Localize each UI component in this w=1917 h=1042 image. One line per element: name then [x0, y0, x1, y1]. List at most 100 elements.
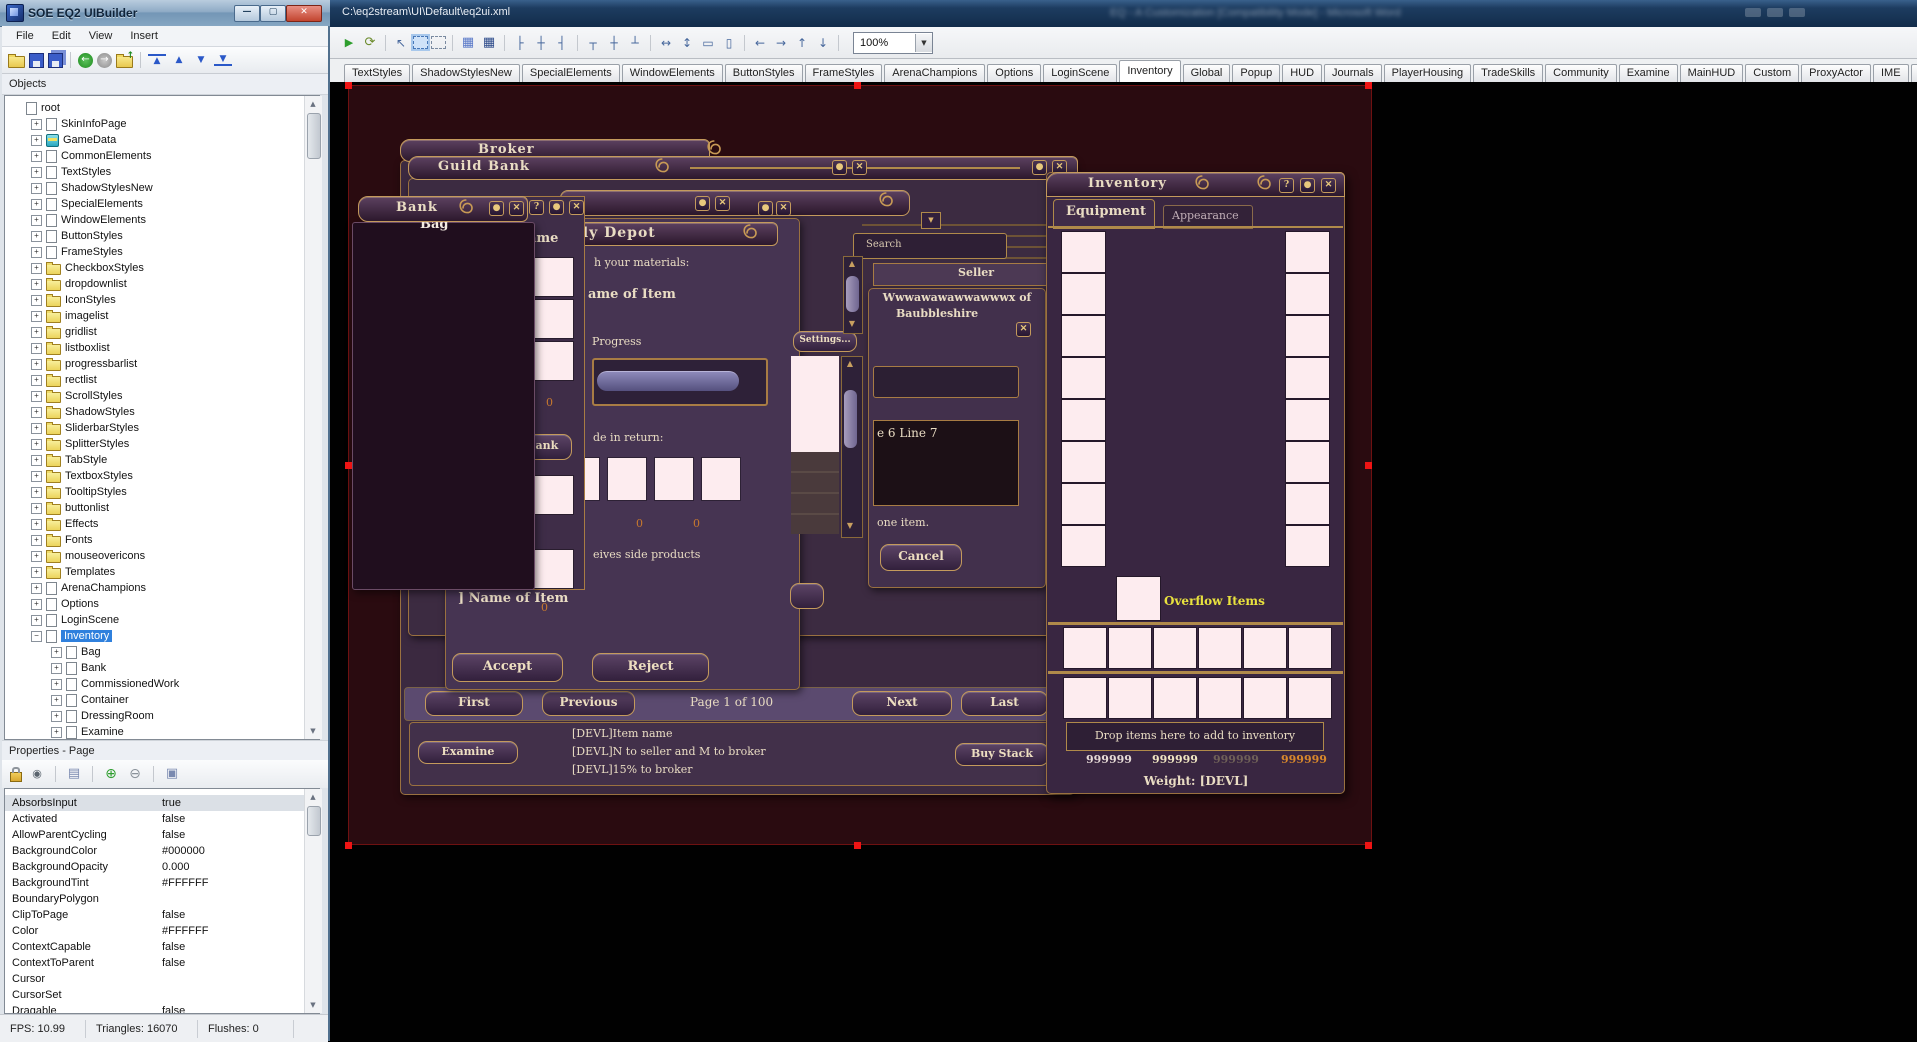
dot-button[interactable]: ●: [1032, 160, 1047, 175]
nudge-up-icon[interactable]: ↑: [793, 35, 811, 51]
tab-community[interactable]: Community: [1545, 64, 1617, 82]
maximize-button[interactable]: ▢: [260, 5, 286, 22]
item-slot[interactable]: [533, 476, 573, 514]
cancel-button[interactable]: Cancel: [880, 544, 962, 571]
menu-insert[interactable]: Insert: [122, 28, 166, 44]
examine-button[interactable]: Examine: [418, 741, 518, 764]
tab-proxyactor[interactable]: ProxyActor: [1801, 64, 1871, 82]
expand-icon[interactable]: +: [31, 135, 42, 146]
align-bottom-icon[interactable]: ┴: [626, 35, 644, 51]
tab-hud[interactable]: HUD: [1282, 64, 1322, 82]
tree-item-commissionedwork[interactable]: +CommissionedWork: [5, 676, 319, 692]
item-slot[interactable]: [1154, 678, 1196, 718]
tab-shadowstylesnew[interactable]: ShadowStylesNew: [412, 64, 520, 82]
scroll-up-icon[interactable]: ▲: [306, 790, 320, 804]
property-row[interactable]: BackgroundTint#FFFFFF: [5, 875, 319, 891]
item-slot[interactable]: [1286, 484, 1329, 524]
expand-icon[interactable]: +: [31, 423, 42, 434]
item-slot[interactable]: [1062, 400, 1105, 440]
tab-mainhud[interactable]: MainHUD: [1680, 64, 1744, 82]
item-slot[interactable]: [608, 458, 646, 500]
close-icon[interactable]: ✕: [509, 201, 524, 216]
item-slot[interactable]: [1286, 442, 1329, 482]
expand-icon[interactable]: +: [31, 455, 42, 466]
expand-icon[interactable]: +: [31, 599, 42, 610]
expand-icon[interactable]: +: [51, 663, 62, 674]
close-icon[interactable]: ✕: [776, 201, 791, 216]
item-slot[interactable]: [1154, 628, 1196, 668]
expand-icon[interactable]: +: [31, 119, 42, 130]
expand-icon[interactable]: +: [31, 263, 42, 274]
item-slot[interactable]: [1286, 358, 1329, 398]
align-top-icon[interactable]: ┬: [584, 35, 602, 51]
tree-item-examine[interactable]: +Examine: [5, 724, 319, 740]
dot-button[interactable]: ●: [1300, 178, 1315, 193]
align-middle-icon[interactable]: ┼: [605, 35, 623, 51]
scroll-up-icon[interactable]: ▲: [306, 97, 320, 111]
menu-edit[interactable]: Edit: [44, 28, 79, 44]
item-slot[interactable]: [1286, 274, 1329, 314]
tree-item-textboxstyles[interactable]: +TextboxStyles: [5, 468, 319, 484]
expand-icon[interactable]: +: [31, 583, 42, 594]
expand-icon[interactable]: +: [51, 679, 62, 690]
builder-titlebar[interactable]: SOE EQ2 UIBuilder — ▢ ✕: [0, 0, 330, 27]
property-row[interactable]: Color#FFFFFF: [5, 923, 319, 939]
expand-icon[interactable]: +: [51, 727, 62, 738]
expand-icon[interactable]: +: [31, 151, 42, 162]
item-slot[interactable]: [1286, 316, 1329, 356]
tree-item-bank[interactable]: +Bank: [5, 660, 319, 676]
play-icon[interactable]: ▶: [340, 35, 358, 51]
expand-icon[interactable]: +: [31, 295, 42, 306]
align-right-icon[interactable]: ┤: [553, 35, 571, 51]
property-row[interactable]: ContextToParentfalse: [5, 955, 319, 971]
item-slot[interactable]: [1062, 484, 1105, 524]
move-top-icon[interactable]: ▲: [148, 54, 166, 66]
tree-item-inventory[interactable]: −Inventory: [5, 628, 319, 644]
tab-inventory[interactable]: Inventory: [1119, 60, 1180, 82]
expand-icon[interactable]: +: [31, 407, 42, 418]
tree-item-windowelements[interactable]: +WindowElements: [5, 212, 319, 228]
expand-icon[interactable]: +: [31, 327, 42, 338]
tree-item-shadowstyles[interactable]: +ShadowStyles: [5, 404, 319, 420]
nudge-left-icon[interactable]: ←: [751, 35, 769, 51]
move-bottom-icon[interactable]: ▼: [214, 54, 232, 66]
tab-ncs2[interactable]: NCS2: [1911, 64, 1917, 82]
item-slot[interactable]: [1064, 628, 1106, 668]
tree-item-root[interactable]: root: [5, 100, 319, 116]
tab-buttonstyles[interactable]: ButtonStyles: [725, 64, 803, 82]
tree-item-tabstyle[interactable]: +TabStyle: [5, 452, 319, 468]
align-center-icon[interactable]: ┼: [532, 35, 550, 51]
close-icon[interactable]: ✕: [1321, 178, 1336, 193]
property-row[interactable]: ContextCapablefalse: [5, 939, 319, 955]
tree-item-specialelements[interactable]: +SpecialElements: [5, 196, 319, 212]
save-icon[interactable]: [29, 53, 44, 68]
tab-journals[interactable]: Journals: [1324, 64, 1382, 82]
item-slot[interactable]: [1062, 442, 1105, 482]
align-left-icon[interactable]: ├: [511, 35, 529, 51]
size-h-icon[interactable]: ▯: [720, 35, 738, 51]
property-row[interactable]: Cursor: [5, 971, 319, 987]
properties-scrollbar-thumb[interactable]: [307, 806, 321, 836]
tree-item-iconstyles[interactable]: +IconStyles: [5, 292, 319, 308]
item-slot[interactable]: [655, 458, 693, 500]
add-icon[interactable]: ⊕: [102, 766, 120, 782]
tab-ime[interactable]: IME: [1873, 64, 1909, 82]
tab-loginscene[interactable]: LoginScene: [1043, 64, 1117, 82]
first-button[interactable]: First: [425, 691, 523, 716]
zoom-combobox[interactable]: 100%▼: [853, 32, 933, 54]
selection-handle[interactable]: [345, 842, 352, 849]
prop-sheet-icon[interactable]: ▤: [65, 766, 83, 782]
next-button[interactable]: Next: [852, 691, 952, 716]
dot-button[interactable]: ●: [832, 160, 847, 175]
tree-item-shadowstylesnew[interactable]: +ShadowStylesNew: [5, 180, 319, 196]
size-w-icon[interactable]: ▭: [699, 35, 717, 51]
help-icon[interactable]: ?: [1279, 178, 1294, 193]
cursor-icon[interactable]: ↖: [392, 35, 410, 51]
tab-playerhousing[interactable]: PlayerHousing: [1384, 64, 1472, 82]
remove-icon[interactable]: ⊖: [126, 766, 144, 782]
tree-item-templates[interactable]: +Templates: [5, 564, 319, 580]
scroll-down-icon[interactable]: ▼: [306, 998, 320, 1012]
dot-button[interactable]: ●: [758, 201, 773, 216]
tree-item-gridlist[interactable]: +gridlist: [5, 324, 319, 340]
dot-button[interactable]: ●: [549, 200, 564, 215]
